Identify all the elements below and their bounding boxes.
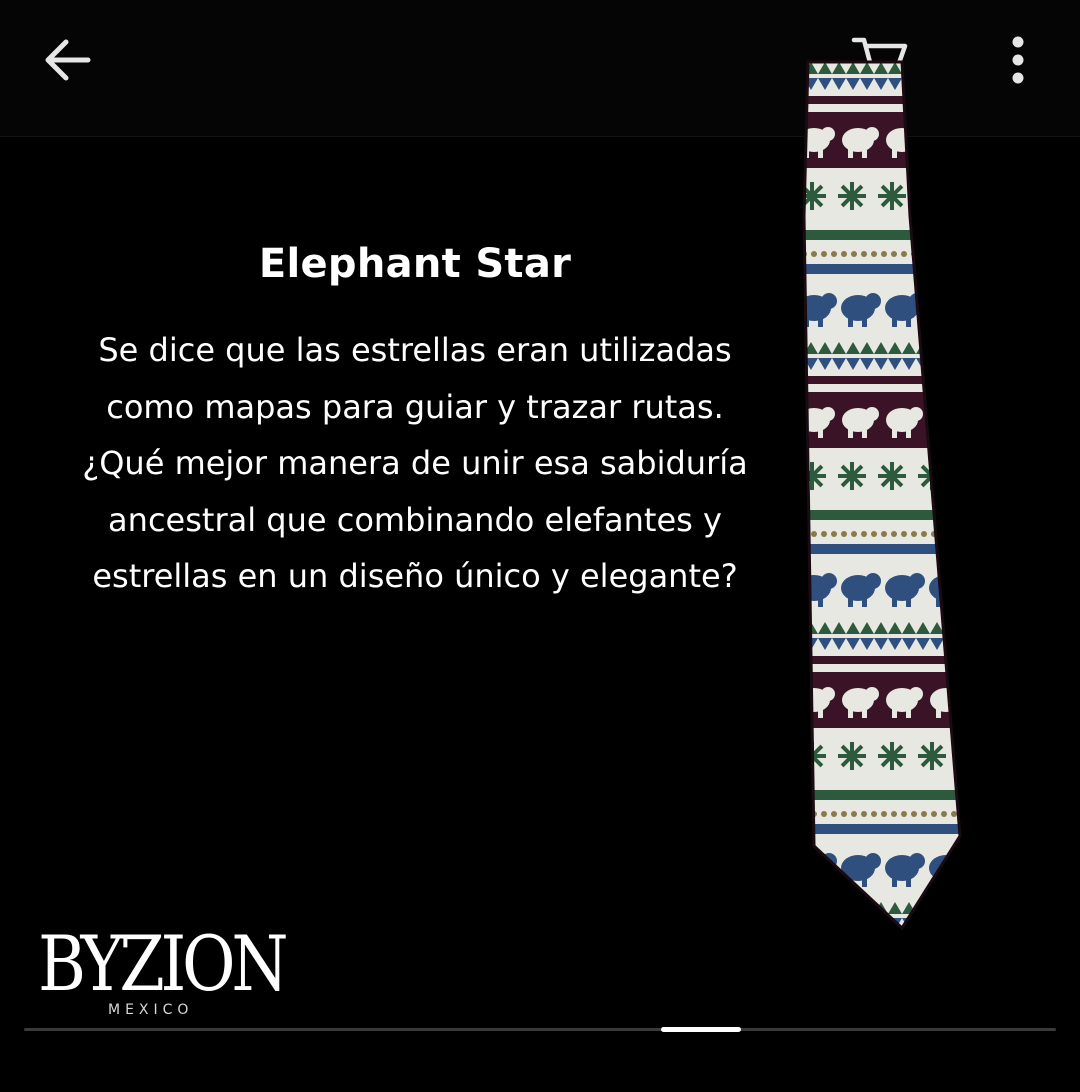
- tie-illustration: [802, 60, 962, 931]
- product-screen: Elephant Star Se dice que las estrellas …: [0, 0, 1080, 1092]
- more-options-button[interactable]: [992, 28, 1044, 92]
- brand-subtitle: MEXICO: [108, 1002, 194, 1018]
- carousel-indicator[interactable]: [24, 1027, 1056, 1032]
- brand-logo: BYZION: [38, 919, 289, 1008]
- more-vertical-icon: [1012, 36, 1024, 84]
- carousel-indicator-thumb: [661, 1027, 741, 1032]
- product-title: Elephant Star: [258, 241, 572, 287]
- back-button[interactable]: [30, 28, 106, 92]
- product-slide: Elephant Star Se dice que las estrellas …: [0, 60, 1080, 1026]
- tie-image[interactable]: [790, 56, 980, 956]
- arrow-left-icon: [45, 39, 91, 81]
- product-description: Se dice que las estrellas eran utilizada…: [82, 331, 748, 596]
